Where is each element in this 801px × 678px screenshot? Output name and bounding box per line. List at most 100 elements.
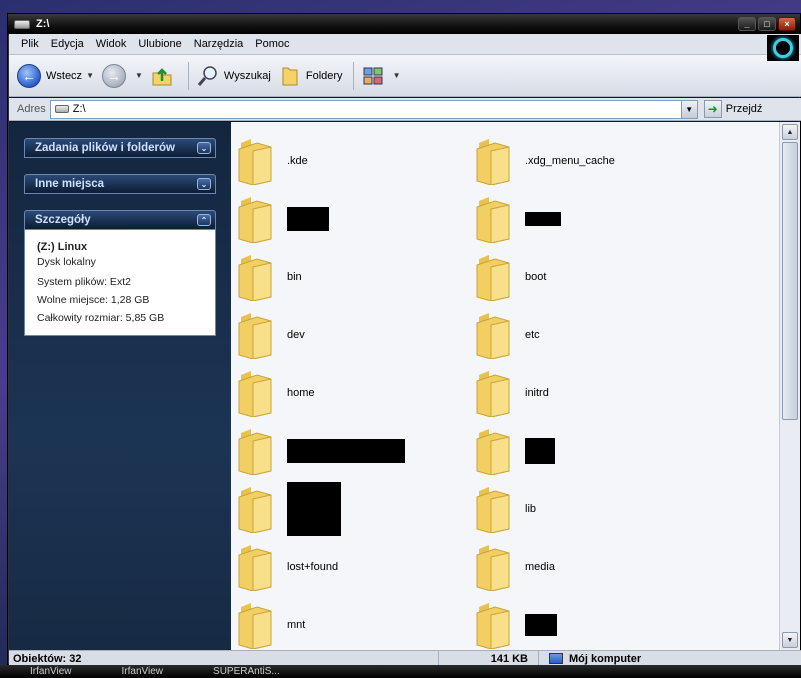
folder-item[interactable]: dev: [237, 306, 475, 364]
up-folder-button[interactable]: [151, 65, 178, 87]
folder-item[interactable]: boot: [475, 248, 713, 306]
folder-name: bin: [287, 271, 302, 283]
address-bar: Adres Z:\ ▼ ➜ Przejdź: [9, 98, 801, 121]
folder-item[interactable]: [475, 422, 713, 480]
chevron-down-icon: ▼: [86, 71, 94, 80]
forward-button[interactable]: → ▼: [101, 63, 143, 88]
folder-row: [237, 422, 777, 480]
details-panel: (Z:) Linux Dysk lokalny System plików: E…: [24, 230, 216, 336]
folder-row: .kde .xdg_menu_cache: [237, 132, 777, 190]
folder-name: etc: [525, 329, 540, 341]
title-bar[interactable]: Z:\ _ □ ×: [8, 14, 800, 34]
folder-item[interactable]: lost+found: [237, 538, 475, 596]
go-arrow-icon: ➜: [703, 100, 722, 118]
close-button[interactable]: ×: [778, 17, 796, 31]
folder-item[interactable]: mnt: [237, 596, 475, 650]
menu-edit[interactable]: Edycja: [45, 38, 90, 50]
drive-icon: [14, 19, 30, 29]
views-icon: [362, 65, 384, 87]
folder-item[interactable]: media: [475, 538, 713, 596]
windows-logo-icon: [767, 35, 799, 61]
status-object-count: Obiektów: 32: [9, 651, 439, 666]
taskbar-item[interactable]: SUPERAntiS...: [213, 666, 280, 677]
folder-item[interactable]: [237, 480, 475, 538]
address-input[interactable]: Z:\ ▼: [49, 99, 698, 119]
scroll-up-button[interactable]: ▲: [782, 124, 798, 140]
folder-name: mnt: [287, 619, 306, 631]
chevron-up-icon[interactable]: ⌃: [197, 214, 211, 226]
back-button[interactable]: ← Wstecz ▼: [17, 63, 94, 88]
toolbar: ← Wstecz ▼ → ▼ Wyszukaj Foldery ▼: [9, 55, 801, 97]
folder-item[interactable]: home: [237, 364, 475, 422]
toolbar-separator: [352, 61, 354, 90]
status-location: Mój komputer: [539, 653, 641, 665]
folders-button[interactable]: Foldery: [279, 65, 343, 87]
minimize-button[interactable]: _: [738, 17, 756, 31]
folder-item[interactable]: .kde: [237, 132, 475, 190]
folder-icon: [475, 427, 511, 476]
go-button[interactable]: ➜ Przejdź: [703, 100, 763, 118]
folder-row: dev etc: [237, 306, 777, 364]
maximize-button[interactable]: □: [758, 17, 776, 31]
folder-item[interactable]: [475, 596, 713, 650]
menu-tools[interactable]: Narzędzia: [188, 38, 250, 50]
folder-icon: [475, 137, 511, 186]
address-label: Adres: [17, 103, 46, 115]
redacted-folder-name: [525, 212, 561, 226]
explorer-window: Z:\ _ □ × Plik Edycja Widok Ulubione Nar…: [7, 13, 801, 666]
search-icon: [197, 65, 219, 87]
folder-icon: [475, 601, 511, 650]
menu-help[interactable]: Pomoc: [249, 38, 295, 50]
vertical-scrollbar[interactable]: ▲ ▼: [779, 122, 800, 650]
redacted-folder-name: [287, 207, 329, 231]
folder-item[interactable]: [475, 190, 713, 248]
folder-name: initrd: [525, 387, 549, 399]
folder-name: dev: [287, 329, 305, 341]
menu-view[interactable]: Widok: [90, 38, 133, 50]
folder-item[interactable]: lib: [475, 480, 713, 538]
folder-item[interactable]: [237, 190, 475, 248]
folder-name: home: [287, 387, 315, 399]
views-button[interactable]: ▼: [362, 65, 400, 87]
folder-icon: [475, 253, 511, 302]
go-label: Przejdź: [725, 103, 763, 115]
chevron-down-icon[interactable]: ⌄: [197, 178, 211, 190]
folder-icon: [237, 195, 273, 244]
folder-icon: [237, 427, 273, 476]
chevron-down-icon[interactable]: ⌄: [197, 142, 211, 154]
folder-row: bin boot: [237, 248, 777, 306]
folder-item[interactable]: bin: [237, 248, 475, 306]
taskbar: IrfanView IrfanView SUPERAntiS...: [0, 665, 801, 678]
taskbar-item[interactable]: IrfanView: [122, 666, 164, 677]
redacted-folder-name: [525, 438, 555, 464]
folder-icon: [475, 543, 511, 592]
scroll-down-button[interactable]: ▼: [782, 632, 798, 648]
details-title: Szczegóły: [35, 214, 91, 226]
folder-item[interactable]: initrd: [475, 364, 713, 422]
redacted-folder-name: [525, 614, 557, 636]
folder-icon: [237, 601, 273, 650]
menu-favorites[interactable]: Ulubione: [132, 38, 187, 50]
search-button[interactable]: Wyszukaj: [197, 65, 271, 87]
menu-file[interactable]: Plik: [15, 38, 45, 50]
folder-row: mnt: [237, 596, 777, 650]
folder-item[interactable]: etc: [475, 306, 713, 364]
details-filesystem: System plików: Ext2: [37, 276, 131, 288]
details-header[interactable]: Szczegóły ⌃: [24, 210, 216, 230]
file-tasks-header[interactable]: Zadania plików i folderów ⌄: [24, 138, 216, 158]
file-list[interactable]: .kde .xdg_menu_cachebin boot dev etc home init…: [231, 122, 779, 650]
folder-row: lost+found media: [237, 538, 777, 596]
status-size: 141 KB: [439, 651, 539, 666]
folder-icon: [237, 137, 273, 186]
folder-name: .kde: [287, 155, 308, 167]
folder-name: lost+found: [287, 561, 339, 573]
folder-name: media: [525, 561, 555, 573]
folder-icon: [237, 311, 273, 360]
address-dropdown-button[interactable]: ▼: [680, 99, 698, 119]
other-places-header[interactable]: Inne miejsca ⌄: [24, 174, 216, 194]
scroll-thumb[interactable]: [782, 142, 798, 420]
taskbar-item[interactable]: IrfanView: [30, 666, 72, 677]
folder-item[interactable]: [237, 422, 475, 480]
file-tasks-title: Zadania plików i folderów: [35, 142, 175, 154]
folder-item[interactable]: .xdg_menu_cache: [475, 132, 713, 190]
